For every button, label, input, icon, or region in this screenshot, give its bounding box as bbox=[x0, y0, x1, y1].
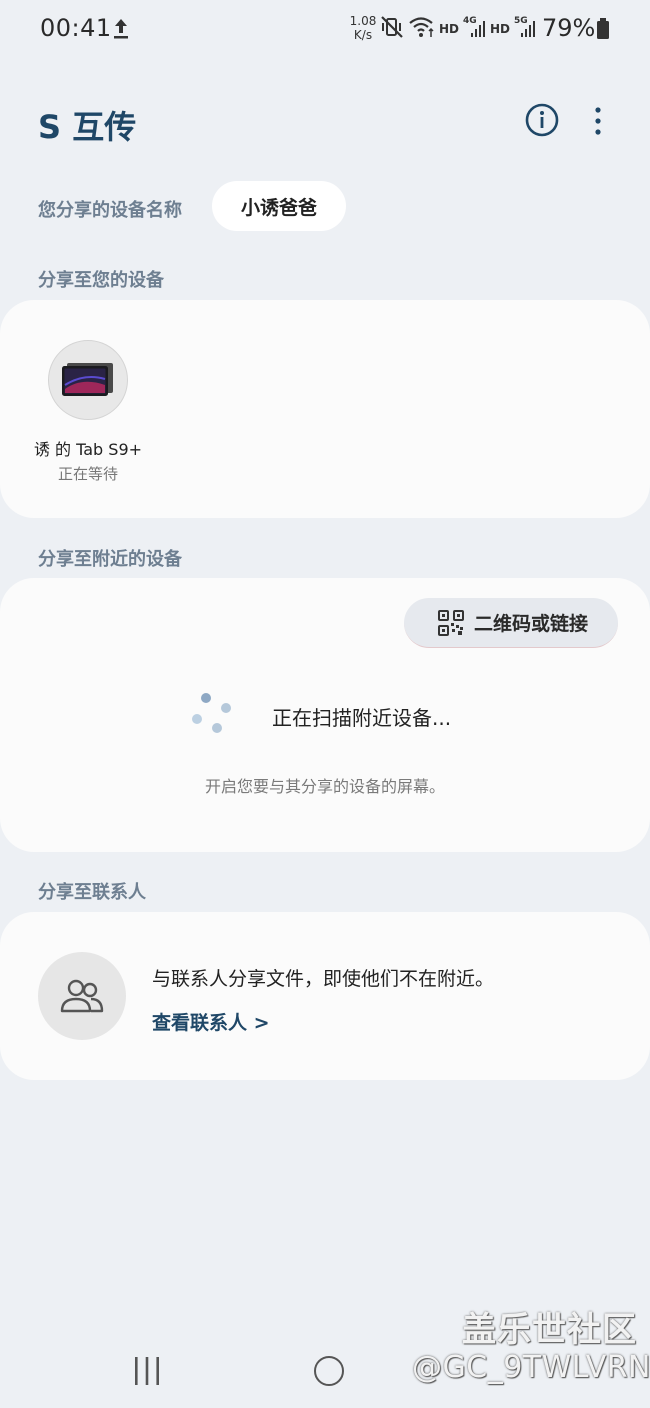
battery-percent: 79% bbox=[542, 14, 596, 42]
scanning-spinner-icon bbox=[192, 693, 231, 733]
scanning-hint: 开启您要与其分享的设备的屏幕。 bbox=[204, 777, 445, 796]
network-speed: 1.08 K/s bbox=[349, 14, 377, 42]
contacts-card[interactable]: 与联系人分享文件，即使他们不在附近。 查看联系人 > bbox=[0, 912, 650, 1080]
battery-icon bbox=[597, 18, 609, 39]
hd-indicator: HD bbox=[490, 22, 511, 36]
mute-vibrate-icon bbox=[381, 16, 403, 38]
app-title: S 互传 bbox=[38, 108, 137, 146]
upload-icon bbox=[114, 19, 128, 39]
tablet-icon bbox=[62, 363, 113, 396]
section-title-your-devices: 分享至您的设备 bbox=[38, 270, 164, 291]
section-title-nearby: 分享至附近的设备 bbox=[38, 549, 182, 570]
hd-indicator: HD bbox=[439, 22, 460, 36]
qr-link-label: 二维码或链接 bbox=[474, 613, 589, 635]
device-name-button[interactable]: 小诱爸爸 bbox=[212, 181, 346, 231]
view-contacts-link[interactable]: 查看联系人 > bbox=[152, 1008, 270, 1035]
contacts-description: 与联系人分享文件，即使他们不在附近。 bbox=[152, 968, 495, 990]
device-label: 诱 的 Tab S9+ bbox=[33, 440, 143, 459]
qr-link-button[interactable]: 二维码或链接 bbox=[404, 598, 618, 648]
your-devices-card: 诱 的 Tab S9+ 正在等待 bbox=[0, 300, 650, 518]
qr-code-icon bbox=[438, 609, 464, 636]
signal-icon bbox=[521, 21, 535, 37]
contacts-icon bbox=[60, 979, 104, 1013]
signal-icon bbox=[471, 21, 485, 37]
recent-apps-icon[interactable] bbox=[132, 1356, 162, 1386]
wifi-icon bbox=[409, 17, 434, 37]
watermark-title: 盖乐世社区 bbox=[462, 1310, 637, 1350]
home-button[interactable] bbox=[314, 1356, 344, 1386]
more-vert-icon[interactable] bbox=[588, 104, 608, 138]
contacts-avatar bbox=[38, 952, 126, 1040]
watermark-handle: @GC_9TWLVRN bbox=[412, 1350, 650, 1385]
scanning-text: 正在扫描附近设备... bbox=[272, 706, 452, 730]
device-avatar bbox=[48, 340, 128, 420]
section-title-contacts: 分享至联系人 bbox=[38, 882, 146, 903]
device-status: 正在等待 bbox=[57, 465, 118, 483]
device-name-label: 您分享的设备名称 bbox=[38, 200, 182, 221]
status-time: 00:41 bbox=[40, 14, 112, 42]
info-icon[interactable] bbox=[524, 102, 560, 138]
nearby-card: 二维码或链接 正在扫描附近设备... 开启您要与其分享的设备的屏幕。 bbox=[0, 578, 650, 852]
status-bar: 00:41 1.08 K/s HD 4G HD 5G 79% bbox=[0, 0, 650, 56]
